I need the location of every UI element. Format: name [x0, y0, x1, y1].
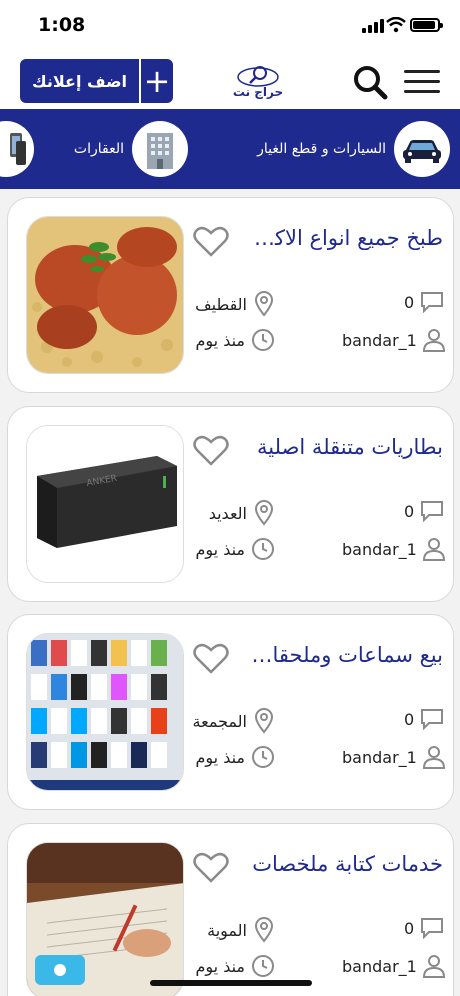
- listing-title[interactable]: خدمات كتابة ملخصات: [243, 852, 443, 876]
- category-bar: السيارات و قطع الغيار العقارات: [0, 109, 460, 189]
- comment-icon: [421, 709, 444, 730]
- favorite-heart-icon[interactable]: [193, 435, 229, 467]
- status-bar: 1:08: [0, 0, 460, 52]
- listing-image[interactable]: [26, 842, 184, 996]
- location-text: العديد: [208, 503, 247, 523]
- listing-title[interactable]: طبخ جميع انواع الاكلات: [243, 226, 443, 250]
- time-ago-text: منذ يوم: [195, 956, 245, 976]
- search-icon[interactable]: [352, 64, 388, 100]
- listing-comments: 0: [404, 291, 444, 313]
- listing-location: الموية: [207, 917, 275, 943]
- location-text: القطيف: [195, 294, 247, 314]
- clock-icon: [252, 538, 274, 560]
- comment-count: 0: [404, 918, 415, 938]
- favorite-heart-icon[interactable]: [193, 643, 229, 675]
- listing-title[interactable]: بيع سماعات وملحقات الجوال: [243, 643, 443, 667]
- user-icon: [422, 538, 445, 561]
- listing-image[interactable]: [26, 633, 184, 791]
- comment-icon: [421, 918, 444, 939]
- time-ago-text: منذ يوم: [195, 539, 245, 559]
- plus-icon: +: [139, 59, 173, 103]
- clock-icon: [252, 329, 274, 351]
- username-text: bandar_1: [342, 747, 417, 767]
- comment-icon: [421, 501, 444, 522]
- listing-location: القطيف: [195, 291, 275, 317]
- listing-card[interactable]: بيع سماعات وملحقات الجوال المجمعة منذ يو…: [7, 614, 454, 810]
- listing-time: منذ يوم: [195, 328, 275, 352]
- category-label: العقارات: [73, 141, 124, 157]
- username-text: bandar_1: [342, 956, 417, 976]
- username-text: bandar_1: [342, 539, 417, 559]
- listing-user: bandar_1: [342, 537, 445, 561]
- user-icon: [422, 746, 445, 769]
- category-phones[interactable]: [0, 121, 34, 177]
- listing-time: منذ يوم: [195, 954, 275, 978]
- listing-comments: 0: [404, 708, 444, 730]
- user-icon: [422, 329, 445, 352]
- listing-image[interactable]: ANKER: [26, 425, 184, 583]
- clock-icon: [252, 746, 274, 768]
- cellular-signal-icon: [362, 19, 384, 33]
- listing-user: bandar_1: [342, 954, 445, 978]
- listing-card[interactable]: طبخ جميع انواع الاكلات القطيف منذ يوم 0 …: [7, 197, 454, 393]
- location-pin-icon: [254, 500, 274, 526]
- hamburger-menu-icon[interactable]: [404, 70, 440, 100]
- listing-comments: 0: [404, 500, 444, 522]
- time-ago-text: منذ يوم: [195, 330, 245, 350]
- listing-time: منذ يوم: [195, 537, 275, 561]
- comment-icon: [421, 292, 444, 313]
- listing-card[interactable]: ANKER بطاريات متنقلة اصلية العديد منذ يو…: [7, 406, 454, 602]
- listing-comments: 0: [404, 917, 444, 939]
- listing-user: bandar_1: [342, 745, 445, 769]
- clock-icon: [252, 955, 274, 977]
- add-ad-button[interactable]: اضف إعلانك +: [20, 59, 173, 103]
- phone-icon: [0, 121, 34, 177]
- listing-time: منذ يوم: [195, 745, 275, 769]
- comment-count: 0: [404, 501, 415, 521]
- location-pin-icon: [254, 917, 274, 943]
- add-ad-label: اضف إعلانك: [31, 71, 128, 91]
- app-header: اضف إعلانك + حراج نت: [0, 52, 460, 109]
- battery-icon: [410, 18, 443, 32]
- logo-text: حراج نت: [232, 85, 284, 99]
- favorite-heart-icon[interactable]: [193, 226, 229, 258]
- location-text: المجمعة: [192, 711, 247, 731]
- wifi-icon: [386, 17, 406, 33]
- car-icon: [394, 121, 450, 177]
- location-pin-icon: [254, 708, 274, 734]
- location-text: الموية: [207, 920, 247, 940]
- listing-location: المجمعة: [193, 708, 275, 734]
- location-pin-icon: [254, 291, 274, 317]
- category-cars[interactable]: السيارات و قطع الغيار: [257, 121, 450, 177]
- comment-count: 0: [404, 709, 415, 729]
- listing-image[interactable]: [26, 216, 184, 374]
- category-label: السيارات و قطع الغيار: [257, 141, 386, 157]
- home-indicator: [150, 980, 312, 986]
- building-icon: [132, 121, 188, 177]
- username-text: bandar_1: [342, 330, 417, 350]
- comment-count: 0: [404, 292, 415, 312]
- listing-location: العديد: [209, 500, 275, 526]
- app-logo[interactable]: حراج نت: [220, 56, 296, 106]
- time-ago-text: منذ يوم: [195, 747, 245, 767]
- user-icon: [422, 955, 445, 978]
- status-time: 1:08: [38, 14, 86, 36]
- listing-card[interactable]: خدمات كتابة ملخصات الموية منذ يوم 0 band…: [7, 823, 454, 996]
- listing-title[interactable]: بطاريات متنقلة اصلية: [243, 435, 443, 459]
- listing-user: bandar_1: [342, 328, 445, 352]
- category-real-estate[interactable]: العقارات: [74, 121, 188, 177]
- favorite-heart-icon[interactable]: [193, 852, 229, 884]
